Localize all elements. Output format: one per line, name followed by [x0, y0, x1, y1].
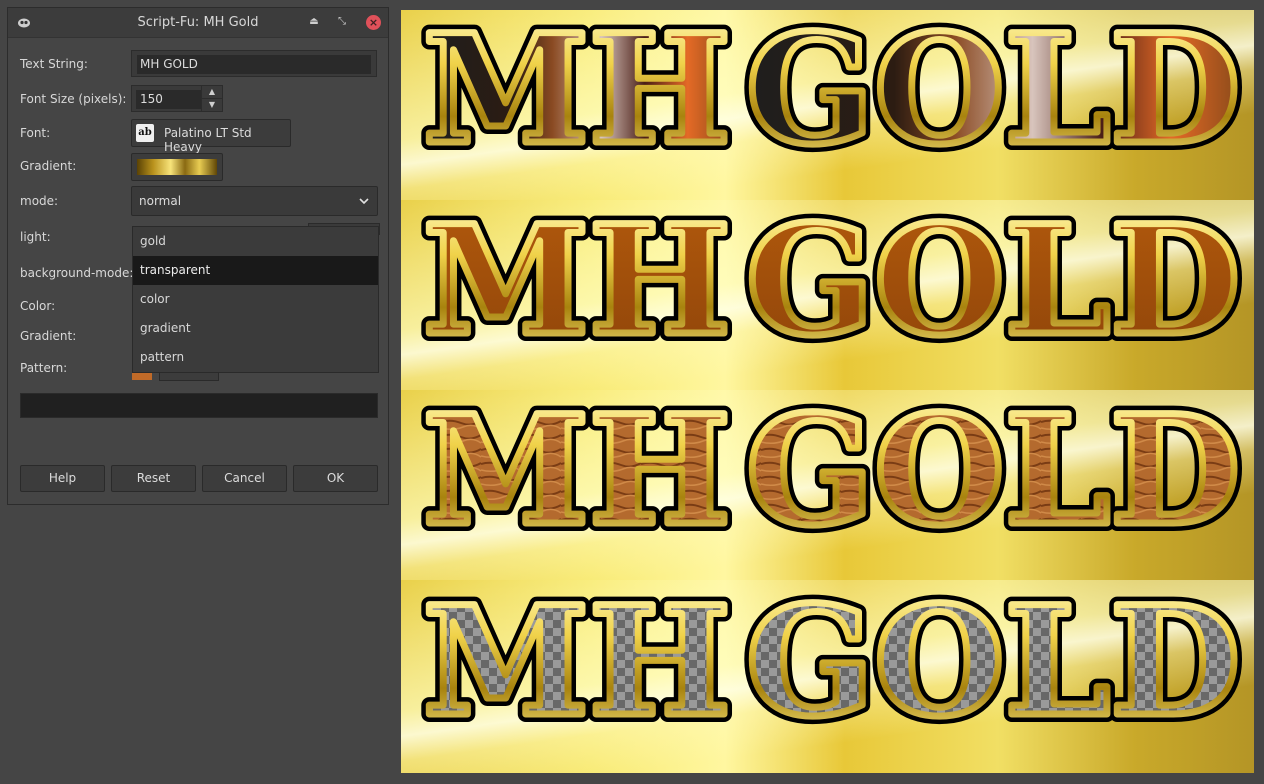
font-label: Font:	[20, 126, 51, 140]
preview-strip-orange: MH MH GOLD GOLD	[401, 200, 1254, 391]
spin-up-icon[interactable]: ▲	[202, 86, 222, 99]
help-button[interactable]: Help	[20, 465, 105, 492]
dropdown-option-transparent[interactable]: transparent	[133, 256, 378, 285]
chevron-down-icon	[359, 198, 369, 205]
background-mode-label: background-mode:	[20, 266, 134, 280]
dropdown-option-color[interactable]: color	[133, 285, 378, 314]
title-bar[interactable]: Script-Fu: MH Gold ⏏ ⤡ ×	[8, 8, 388, 38]
font-icon: ab	[136, 124, 154, 142]
light-label: light:	[20, 230, 51, 244]
reset-button[interactable]: Reset	[111, 465, 196, 492]
gradient2-label: Gradient:	[20, 329, 77, 343]
pattern-label: Pattern:	[20, 361, 68, 375]
svg-text:GOLD: GOLD	[746, 580, 1240, 750]
gradient-label: Gradient:	[20, 159, 77, 173]
svg-text:GOLD: GOLD	[746, 390, 1240, 559]
font-size-label: Font Size (pixels):	[20, 92, 127, 106]
font-size-spinner[interactable]: 150 ▲ ▼	[131, 85, 223, 112]
mode-value: normal	[139, 194, 182, 208]
shade-icon[interactable]: ⏏	[306, 14, 322, 30]
svg-text:GOLD: GOLD	[746, 200, 1240, 369]
preview-strip-wood: MH MH GOLD GOLD	[401, 390, 1254, 581]
svg-text:MH: MH	[423, 10, 731, 178]
gold-text-wood: MH MH GOLD GOLD	[415, 390, 1248, 567]
script-fu-dialog: Script-Fu: MH Gold ⏏ ⤡ × Text String: MH…	[7, 7, 389, 505]
restore-icon[interactable]: ⤡	[334, 14, 350, 30]
gold-text-transparent: MH MH GOLD GOLD	[415, 580, 1248, 758]
gold-text-multicolor: MH MH GOLD GOLD	[415, 10, 1248, 186]
dropdown-option-pattern[interactable]: pattern	[133, 343, 378, 372]
mode-combo[interactable]: normal	[131, 186, 378, 216]
spin-down-icon[interactable]: ▼	[202, 99, 222, 111]
gradient-swatch	[137, 159, 217, 175]
text-string-label: Text String:	[20, 57, 88, 71]
spin-buttons: ▲ ▼	[201, 86, 222, 111]
svg-text:MH: MH	[423, 200, 731, 369]
svg-text:MH: MH	[423, 580, 731, 750]
font-button[interactable]: ab Palatino LT Std Heavy	[131, 119, 291, 154]
font-name: Palatino LT Std Heavy	[164, 126, 252, 154]
window-title: Script-Fu: MH Gold	[137, 15, 259, 30]
cancel-button[interactable]: Cancel	[202, 465, 287, 492]
preview-strip-transparent: MH MH GOLD GOLD	[401, 580, 1254, 773]
svg-text:GOLD: GOLD	[746, 10, 1240, 178]
ok-button[interactable]: OK	[293, 465, 378, 492]
text-string-field[interactable]: MH GOLD	[131, 50, 377, 77]
dropdown-option-gold[interactable]: gold	[133, 227, 378, 256]
dropdown-option-gradient[interactable]: gradient	[133, 314, 378, 343]
svg-text:MH: MH	[423, 390, 731, 559]
text-string-input[interactable]: MH GOLD	[137, 55, 371, 74]
preview-strip-multicolor: MH MH GOLD GOLD	[401, 10, 1254, 201]
close-icon[interactable]: ×	[366, 15, 381, 30]
progress-bar	[20, 393, 378, 418]
font-size-input[interactable]: 150	[136, 90, 202, 109]
gradient-button[interactable]	[131, 153, 223, 181]
image-canvas[interactable]: MH MH GOLD GOLD MH MH GOLD GOLD MH MH GO…	[401, 10, 1254, 773]
gold-text-orange: MH MH GOLD GOLD	[415, 200, 1248, 377]
background-mode-dropdown: gold transparent color gradient pattern	[132, 226, 379, 373]
mode-label: mode:	[20, 194, 59, 208]
color-label: Color:	[20, 299, 56, 313]
